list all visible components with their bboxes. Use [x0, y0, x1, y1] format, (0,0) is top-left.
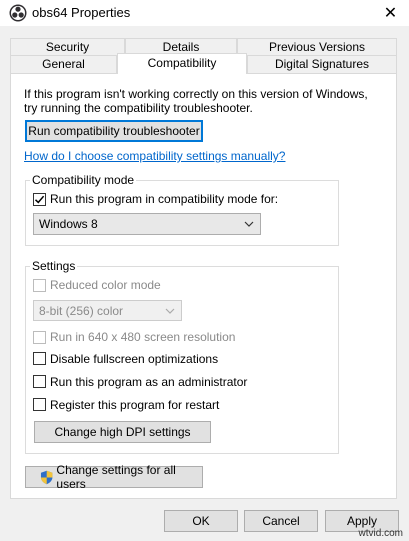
run-as-admin-label: Run this program as an administrator	[50, 375, 248, 389]
title-bar[interactable]: obs64 Properties ✕	[0, 0, 409, 26]
reduced-color-checkbox[interactable]	[33, 279, 46, 292]
checkmark-icon	[34, 195, 45, 204]
window-title: obs64 Properties	[32, 5, 131, 20]
change-all-users-button[interactable]: Change settings for all users	[25, 463, 203, 491]
watermark-text: wtvid.com	[358, 528, 403, 539]
reduced-color-label: Reduced color mode	[50, 278, 161, 292]
chevron-down-icon	[244, 221, 254, 227]
run-640-checkbox[interactable]	[33, 331, 46, 344]
run-640-label: Run in 640 x 480 screen resolution	[50, 330, 236, 344]
tab-security[interactable]: Security	[10, 38, 125, 55]
run-troubleshooter-button[interactable]: Run compatibility troubleshooter	[25, 120, 203, 142]
run-as-admin-checkbox[interactable]	[33, 375, 46, 388]
register-restart-label: Register this program for restart	[50, 398, 220, 412]
chevron-down-icon	[165, 308, 175, 314]
compat-mode-checkbox[interactable]	[33, 193, 46, 206]
color-depth-value: 8-bit (256) color	[39, 303, 124, 318]
settings-label: Settings	[30, 259, 78, 273]
manual-settings-link[interactable]: How do I choose compatibility settings m…	[24, 149, 285, 163]
tab-general[interactable]: General	[10, 55, 117, 74]
color-depth-select[interactable]: 8-bit (256) color	[33, 300, 182, 321]
os-version-value: Windows 8	[39, 217, 98, 231]
compat-mode-label: Compatibility mode	[30, 173, 137, 187]
close-icon: ✕	[383, 5, 398, 22]
tab-compatibility[interactable]: Compatibility	[117, 53, 247, 74]
cancel-button[interactable]: Cancel	[244, 510, 318, 532]
tab-digital-signatures[interactable]: Digital Signatures	[247, 55, 397, 74]
obs-app-icon	[9, 4, 27, 22]
register-restart-checkbox[interactable]	[33, 398, 46, 411]
intro-text: If this program isn't working correctly …	[24, 87, 368, 115]
disable-fullscreen-label: Disable fullscreen optimizations	[50, 352, 219, 366]
tab-previous-versions[interactable]: Previous Versions	[237, 38, 397, 55]
disable-fullscreen-checkbox[interactable]	[33, 352, 46, 365]
os-version-select[interactable]: Windows 8	[33, 213, 261, 235]
close-button[interactable]: ✕	[372, 0, 409, 26]
ok-button[interactable]: OK	[164, 510, 238, 532]
compat-mode-checkbox-label: Run this program in compatibility mode f…	[50, 192, 279, 206]
uac-shield-icon	[40, 470, 53, 484]
change-dpi-button[interactable]: Change high DPI settings	[34, 421, 211, 443]
